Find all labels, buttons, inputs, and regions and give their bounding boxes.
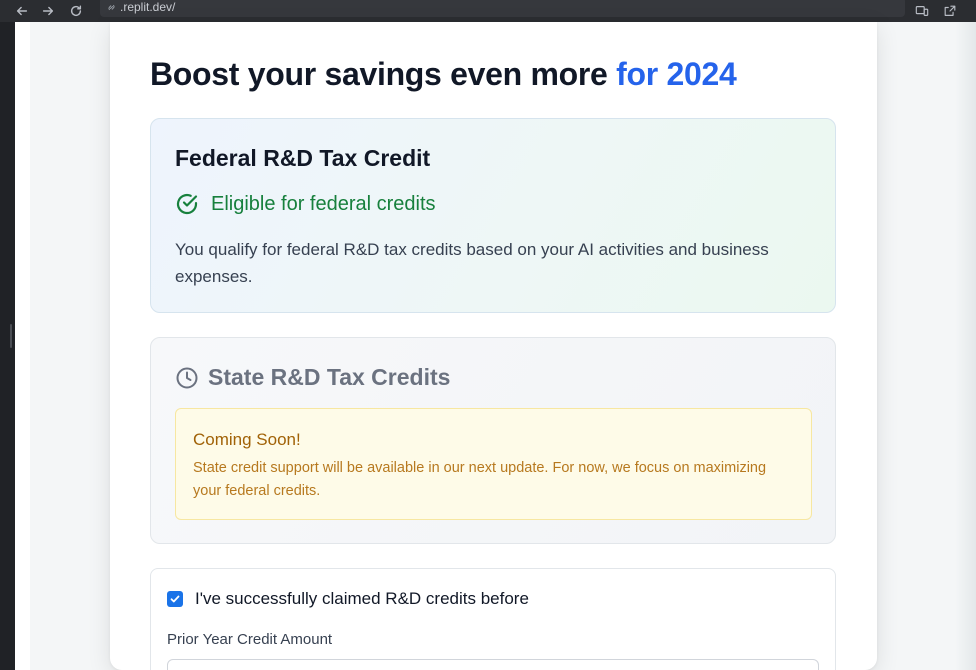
state-title: State R&D Tax Credits <box>208 364 451 390</box>
title-accent: for 2024 <box>616 56 737 92</box>
arrow-right-icon <box>42 6 54 16</box>
check-circle-icon <box>176 193 198 215</box>
eligibility-text: Eligible for federal credits <box>211 192 436 215</box>
page-edge <box>955 22 976 670</box>
notice-title: Coming Soon! <box>193 430 301 449</box>
prior-claims-checkbox[interactable] <box>167 591 183 607</box>
back-button[interactable] <box>12 3 32 19</box>
open-external-icon[interactable] <box>943 4 957 18</box>
address-bar[interactable]: .replit.dev/ <box>100 0 905 17</box>
federal-credit-panel: Federal R&D Tax Credit Eligible for fede… <box>150 118 836 313</box>
prior-amount-label: Prior Year Credit Amount <box>167 631 333 648</box>
reload-icon <box>70 5 82 17</box>
clock-icon <box>176 367 198 388</box>
left-gutter <box>0 22 15 670</box>
title-main: Boost your savings even more <box>150 56 617 92</box>
link-icon <box>108 4 115 10</box>
coming-soon-notice: Coming Soon! State credit support will b… <box>175 408 812 520</box>
checkbox-label: I've successfully claimed R&D credits be… <box>195 589 529 608</box>
reload-button[interactable] <box>66 3 86 19</box>
state-header: State R&D Tax Credits <box>175 364 450 391</box>
prior-amount-input[interactable] <box>167 659 819 670</box>
notice-text: State credit support will be available i… <box>193 460 767 499</box>
state-credit-panel: State R&D Tax Credits Coming Soon! State… <box>150 337 836 544</box>
url-text: .replit.dev/ <box>120 0 176 14</box>
prior-claims-panel: I've successfully claimed R&D credits be… <box>150 568 836 670</box>
page-title: Boost your savings even more for 2024 <box>150 56 737 93</box>
federal-title: Federal R&D Tax Credit <box>175 145 431 171</box>
resize-handle[interactable] <box>10 324 12 348</box>
devices-icon[interactable] <box>915 4 929 18</box>
eligibility-status: Eligible for federal credits <box>175 192 436 216</box>
page-viewport: Boost your savings even more for 2024 Fe… <box>15 22 976 670</box>
savings-card: Boost your savings even more for 2024 Fe… <box>110 22 877 670</box>
forward-button[interactable] <box>38 3 58 19</box>
checkmark-icon <box>170 595 180 603</box>
federal-description: You qualify for federal R&D tax credits … <box>175 240 769 286</box>
arrow-left-icon <box>16 6 28 16</box>
prior-claims-checkbox-row[interactable]: I've successfully claimed R&D credits be… <box>167 589 529 609</box>
browser-toolbar: .replit.dev/ <box>0 0 976 22</box>
